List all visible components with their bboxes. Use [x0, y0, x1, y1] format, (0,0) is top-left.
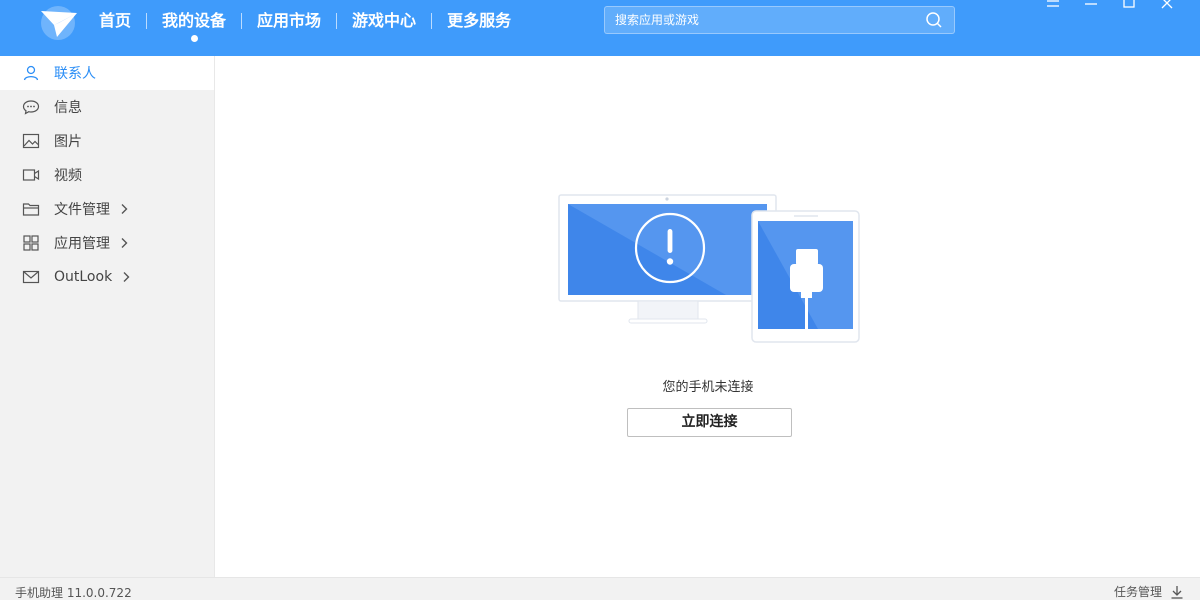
- grid-apps-icon: [22, 234, 40, 252]
- maximize-icon: [1123, 0, 1135, 8]
- sidebar-item-outlook[interactable]: OutLook: [0, 260, 214, 294]
- status-bar: 手机助理 11.0.0.722 任务管理: [0, 577, 1200, 600]
- image-icon: [22, 132, 40, 150]
- window-controls: [1034, 0, 1186, 12]
- sidebar: 联系人 信息 图片 视频 文件管理 应用管理 OutLook: [0, 56, 215, 577]
- maximize-button[interactable]: [1110, 0, 1148, 12]
- nav-game-center-label: 游戏中心: [352, 11, 417, 30]
- sidebar-item-contacts[interactable]: 联系人: [0, 56, 214, 90]
- sidebar-item-label: 联系人: [54, 66, 96, 82]
- download-icon: [1171, 585, 1183, 599]
- chevron-right-icon: [121, 204, 128, 214]
- search-input[interactable]: [615, 9, 915, 31]
- mail-icon: [22, 268, 40, 286]
- connection-status-text: 您的手机未连接: [662, 380, 754, 395]
- sidebar-item-videos[interactable]: 视频: [0, 158, 214, 192]
- sidebar-item-label: 应用管理: [54, 236, 110, 252]
- top-bar: 首页 我的设备 应用市场 游戏中心 更多服务: [0, 0, 1200, 56]
- main-content: 您的手机未连接 立即连接: [216, 56, 1200, 577]
- close-button[interactable]: [1148, 0, 1186, 12]
- sidebar-item-file-management[interactable]: 文件管理: [0, 192, 214, 226]
- nav-game-center[interactable]: 游戏中心: [337, 0, 431, 42]
- nav-my-devices-label: 我的设备: [162, 11, 227, 30]
- task-manager-label: 任务管理: [1113, 585, 1162, 599]
- folder-icon: [22, 200, 40, 218]
- app-logo: [41, 6, 77, 40]
- version-label: 手机助理 11.0.0.722: [15, 586, 132, 600]
- nav-app-market-label: 应用市场: [257, 11, 322, 30]
- active-nav-indicator: [191, 35, 199, 42]
- sidebar-item-app-management[interactable]: 应用管理: [0, 226, 214, 260]
- nav-more-services-label: 更多服务: [447, 11, 512, 30]
- chat-bubble-icon: [22, 98, 40, 116]
- menu-button[interactable]: [1034, 0, 1072, 12]
- sidebar-item-pictures[interactable]: 图片: [0, 124, 214, 158]
- close-icon: [1161, 0, 1173, 9]
- sidebar-item-label: 视频: [54, 168, 82, 184]
- chevron-right-icon: [123, 272, 130, 282]
- nav-app-market[interactable]: 应用市场: [242, 0, 336, 42]
- sidebar-item-messages[interactable]: 信息: [0, 90, 214, 124]
- search-box: [604, 6, 955, 34]
- sidebar-item-label: 文件管理: [54, 202, 110, 218]
- task-manager-button[interactable]: 任务管理: [1114, 583, 1184, 600]
- hamburger-menu-icon: [1047, 0, 1059, 7]
- main-nav: 首页 我的设备 应用市场 游戏中心 更多服务: [84, 0, 526, 42]
- sidebar-item-label: OutLook: [54, 269, 113, 285]
- video-camera-icon: [22, 166, 40, 184]
- sidebar-item-label: 图片: [54, 134, 82, 150]
- nav-home-label: 首页: [99, 11, 132, 30]
- person-icon: [22, 64, 40, 82]
- minimize-icon: [1085, 3, 1097, 5]
- nav-more-services[interactable]: 更多服务: [432, 0, 526, 42]
- device-disconnected-illustration: [558, 194, 860, 343]
- connect-now-button[interactable]: 立即连接: [627, 408, 792, 437]
- chevron-right-icon: [121, 238, 128, 248]
- nav-home[interactable]: 首页: [84, 0, 146, 42]
- sidebar-item-label: 信息: [54, 100, 82, 116]
- nav-my-devices[interactable]: 我的设备: [147, 0, 241, 42]
- search-icon[interactable]: [924, 11, 944, 29]
- minimize-button[interactable]: [1072, 0, 1110, 12]
